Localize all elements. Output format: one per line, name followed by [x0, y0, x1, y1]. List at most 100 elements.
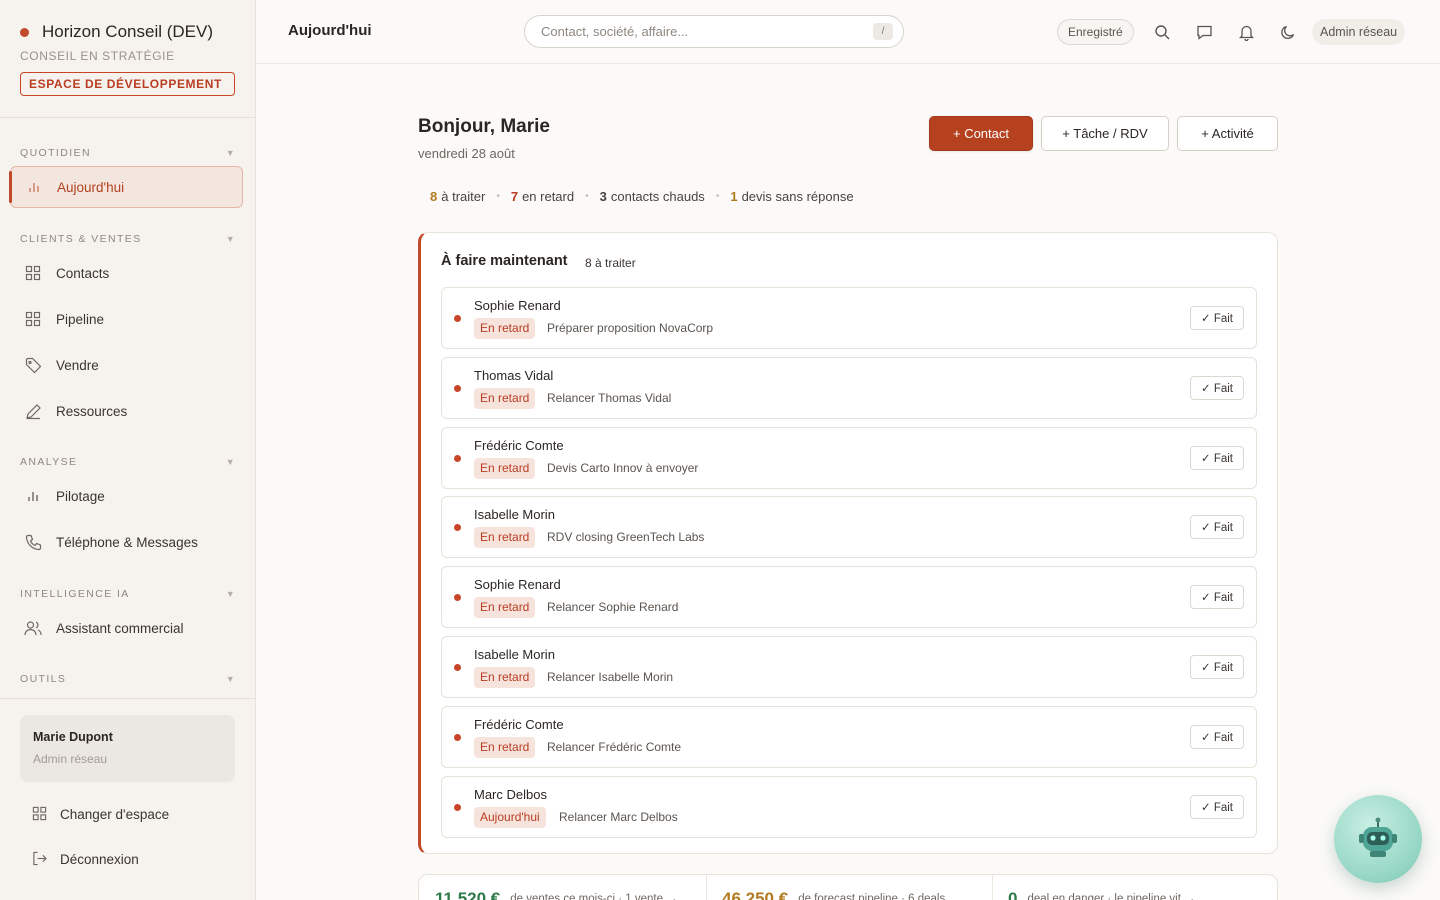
todo-panel-count: 8 à traiter — [585, 256, 636, 270]
task-contact-name[interactable]: Isabelle Morin — [474, 647, 555, 662]
mark-done-button[interactable]: ✓ Fait — [1189, 306, 1244, 330]
search-icon[interactable] — [1152, 22, 1172, 42]
task-row[interactable]: Isabelle Morin En retard Relancer Isabelle… — [441, 636, 1257, 698]
topbar: Aujourd'hui / Enregistré Admin réseau — [256, 0, 1440, 64]
task-contact-name[interactable]: Frédéric Comte — [474, 717, 564, 732]
mark-done-button[interactable]: ✓ Fait — [1189, 655, 1244, 679]
admin-role-button[interactable]: Admin réseau — [1312, 19, 1406, 45]
stat-overdue[interactable]: 7 en retard — [511, 189, 574, 204]
task-status-badge: En retard — [474, 736, 536, 758]
kpi-label: de ventes ce mois-ci · 1 vente → — [510, 893, 678, 900]
task-description: Relancer Sophie Renard — [547, 600, 679, 615]
task-status-badge: En retard — [474, 597, 536, 619]
section-clients-ventes[interactable]: CLIENTS & VENTES ▼ — [20, 233, 236, 245]
switch-space-label: Changer d'espace — [60, 806, 170, 822]
task-contact-name[interactable]: Marc Delbos — [474, 787, 547, 802]
mark-done-button[interactable]: ✓ Fait — [1189, 375, 1244, 400]
user-card[interactable]: Marie Dupont Admin réseau — [20, 715, 235, 782]
task-status-badge: En retard — [474, 457, 536, 479]
kpi-sales[interactable]: 11 520 € de ventes ce mois-ci · 1 vente … — [435, 875, 678, 900]
priority-dot-icon — [454, 664, 461, 671]
switch-space-button[interactable]: Changer d'espace — [32, 806, 169, 822]
current-date: vendredi 28 août — [418, 146, 515, 161]
kpi-label: deal en danger · le pipeline vit → — [1027, 893, 1196, 900]
priority-dot-icon — [454, 524, 461, 532]
section-label: OUTILS — [20, 673, 67, 685]
task-row[interactable]: Marc Delbos Aujourd'hui Relancer Marc Delb… — [441, 775, 1257, 838]
separator-dot: • — [715, 191, 720, 202]
sidebar-item-label: Aujourd'hui — [57, 179, 125, 195]
separator-dot: • — [496, 191, 500, 202]
pen-icon — [24, 402, 42, 420]
robot-icon — [1359, 817, 1397, 857]
saved-status-badge: Enregistré — [1057, 19, 1134, 45]
sidebar-item-contacts[interactable]: Contacts — [10, 252, 243, 294]
sidebar-item-assistant[interactable]: Assistant commercial — [10, 607, 243, 649]
phone-icon — [24, 533, 42, 551]
grid-icon — [24, 264, 42, 282]
kpi-value: 0 — [1008, 889, 1018, 900]
logout-button[interactable]: Déconnexion — [32, 851, 139, 867]
caret-down-icon: ▼ — [225, 234, 236, 244]
task-contact-name[interactable]: Sophie Renard — [474, 577, 561, 592]
sidebar-item-vendre[interactable]: Vendre — [10, 344, 243, 386]
stat-quotes-pending[interactable]: 1 devis sans réponse — [730, 189, 853, 204]
divider — [706, 875, 707, 900]
status-dot-icon — [20, 27, 29, 37]
moon-icon[interactable] — [1278, 22, 1298, 42]
search-input[interactable] — [524, 15, 904, 48]
assistant-bot-button[interactable] — [1334, 795, 1422, 883]
priority-dot-icon — [454, 733, 461, 741]
sidebar-item-pipeline[interactable]: Pipeline — [10, 298, 243, 340]
task-row[interactable]: Frédéric Comte En retard Devis Carto Innov… — [441, 426, 1257, 489]
task-description: Préparer proposition NovaCorp — [547, 321, 714, 335]
section-intelligence-ia[interactable]: INTELLIGENCE IA ▼ — [20, 588, 236, 600]
section-analyse[interactable]: ANALYSE ▼ — [20, 456, 236, 468]
stat-hot-contacts[interactable]: 3 contacts chauds — [600, 189, 705, 204]
message-icon[interactable] — [1194, 22, 1214, 42]
mark-done-button[interactable]: ✓ Fait — [1189, 585, 1244, 610]
add-activity-button[interactable]: + Activité — [1177, 116, 1278, 151]
separator-dot: • — [585, 191, 589, 202]
task-contact-name[interactable]: Isabelle Morin — [474, 507, 555, 522]
caret-down-icon: ▼ — [225, 148, 236, 158]
task-status-badge: En retard — [474, 387, 536, 409]
task-contact-name[interactable]: Sophie Renard — [474, 298, 561, 313]
add-task-button[interactable]: + Tâche / RDV — [1041, 116, 1169, 151]
task-status-badge: Aujourd'hui — [474, 806, 546, 828]
task-contact-name[interactable]: Frédéric Comte — [474, 438, 564, 453]
kpi-deals-at-risk[interactable]: 0 deal en danger · le pipeline vit → — [1008, 875, 1196, 900]
kpi-forecast[interactable]: 46 250 € de forecast pipeline · 6 deals — [722, 875, 945, 900]
task-row[interactable]: Isabelle Morin En retard RDV closing Green… — [441, 496, 1257, 559]
sidebar-item-telephone[interactable]: Téléphone & Messages — [10, 521, 243, 563]
task-contact-name[interactable]: Thomas Vidal — [474, 368, 553, 383]
add-contact-button[interactable]: + Contact — [929, 116, 1033, 151]
brand-subtitle: CONSEIL EN STRATÉGIE — [20, 49, 175, 63]
section-label: QUOTIDIEN — [20, 147, 91, 159]
user-role: Admin réseau — [33, 752, 108, 766]
bell-icon[interactable] — [1236, 22, 1256, 42]
mark-done-button[interactable]: ✓ Fait — [1189, 724, 1244, 749]
mark-done-button[interactable]: ✓ Fait — [1189, 794, 1244, 819]
section-outils[interactable]: OUTILS ▼ — [20, 673, 236, 685]
user-name: Marie Dupont — [33, 730, 113, 744]
environment-badge: ESPACE DE DÉVELOPPEMENT — [20, 72, 235, 96]
task-row[interactable]: Thomas Vidal En retard Relancer Thomas Vid… — [441, 356, 1257, 419]
sidebar-item-ressources[interactable]: Ressources — [10, 390, 243, 432]
priority-dot-icon — [454, 315, 461, 322]
section-quotidien[interactable]: QUOTIDIEN ▼ — [20, 147, 236, 159]
mark-done-button[interactable]: ✓ Fait — [1189, 515, 1244, 540]
task-row[interactable]: Sophie Renard En retard Relancer Sophie Re… — [441, 566, 1257, 629]
grid-icon — [24, 310, 42, 328]
sidebar-item-pilotage[interactable]: Pilotage — [10, 475, 243, 517]
sidebar-item-label: Vendre — [56, 357, 99, 373]
kpi-value: 46 250 € — [722, 889, 789, 900]
brand-block: Horizon Conseil (DEV) CONSEIL EN STRATÉG… — [0, 0, 255, 118]
mark-done-button[interactable]: ✓ Fait — [1189, 445, 1244, 470]
search-shortcut-badge: / — [873, 23, 893, 40]
stat-to-process[interactable]: 8à traiter — [430, 189, 485, 204]
task-status-badge: En retard — [474, 527, 536, 549]
task-row[interactable]: Sophie Renard En retard Préparer propositi… — [441, 287, 1257, 349]
sidebar-item-aujourdhui[interactable]: Aujourd'hui — [9, 166, 243, 208]
task-row[interactable]: Frédéric Comte En retard Relancer Frédéric… — [441, 705, 1257, 768]
